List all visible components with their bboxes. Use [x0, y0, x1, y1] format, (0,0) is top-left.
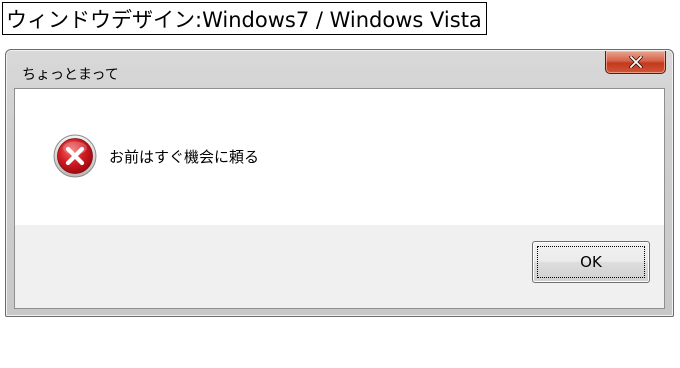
close-icon: [628, 56, 643, 68]
dialog-title: ちょっとまって: [22, 67, 119, 83]
ok-button[interactable]: OK: [532, 241, 650, 283]
caption-text: ウィンドウデザイン:Windows7 / Windows Vista: [6, 7, 482, 32]
dialog-client: お前はすぐ機会に頼る OK: [14, 88, 665, 309]
caption-label: ウィンドウデザイン:Windows7 / Windows Vista: [2, 2, 487, 35]
close-button[interactable]: [605, 51, 666, 74]
dialog-message: お前はすぐ機会に頼る: [109, 148, 260, 166]
dialog-content: お前はすぐ機会に頼る: [15, 89, 664, 225]
ok-button-label: OK: [580, 253, 602, 271]
dialog-window: ちょっとまって お前はすぐ機会に頼る OK: [5, 49, 674, 317]
error-icon: [53, 134, 97, 178]
